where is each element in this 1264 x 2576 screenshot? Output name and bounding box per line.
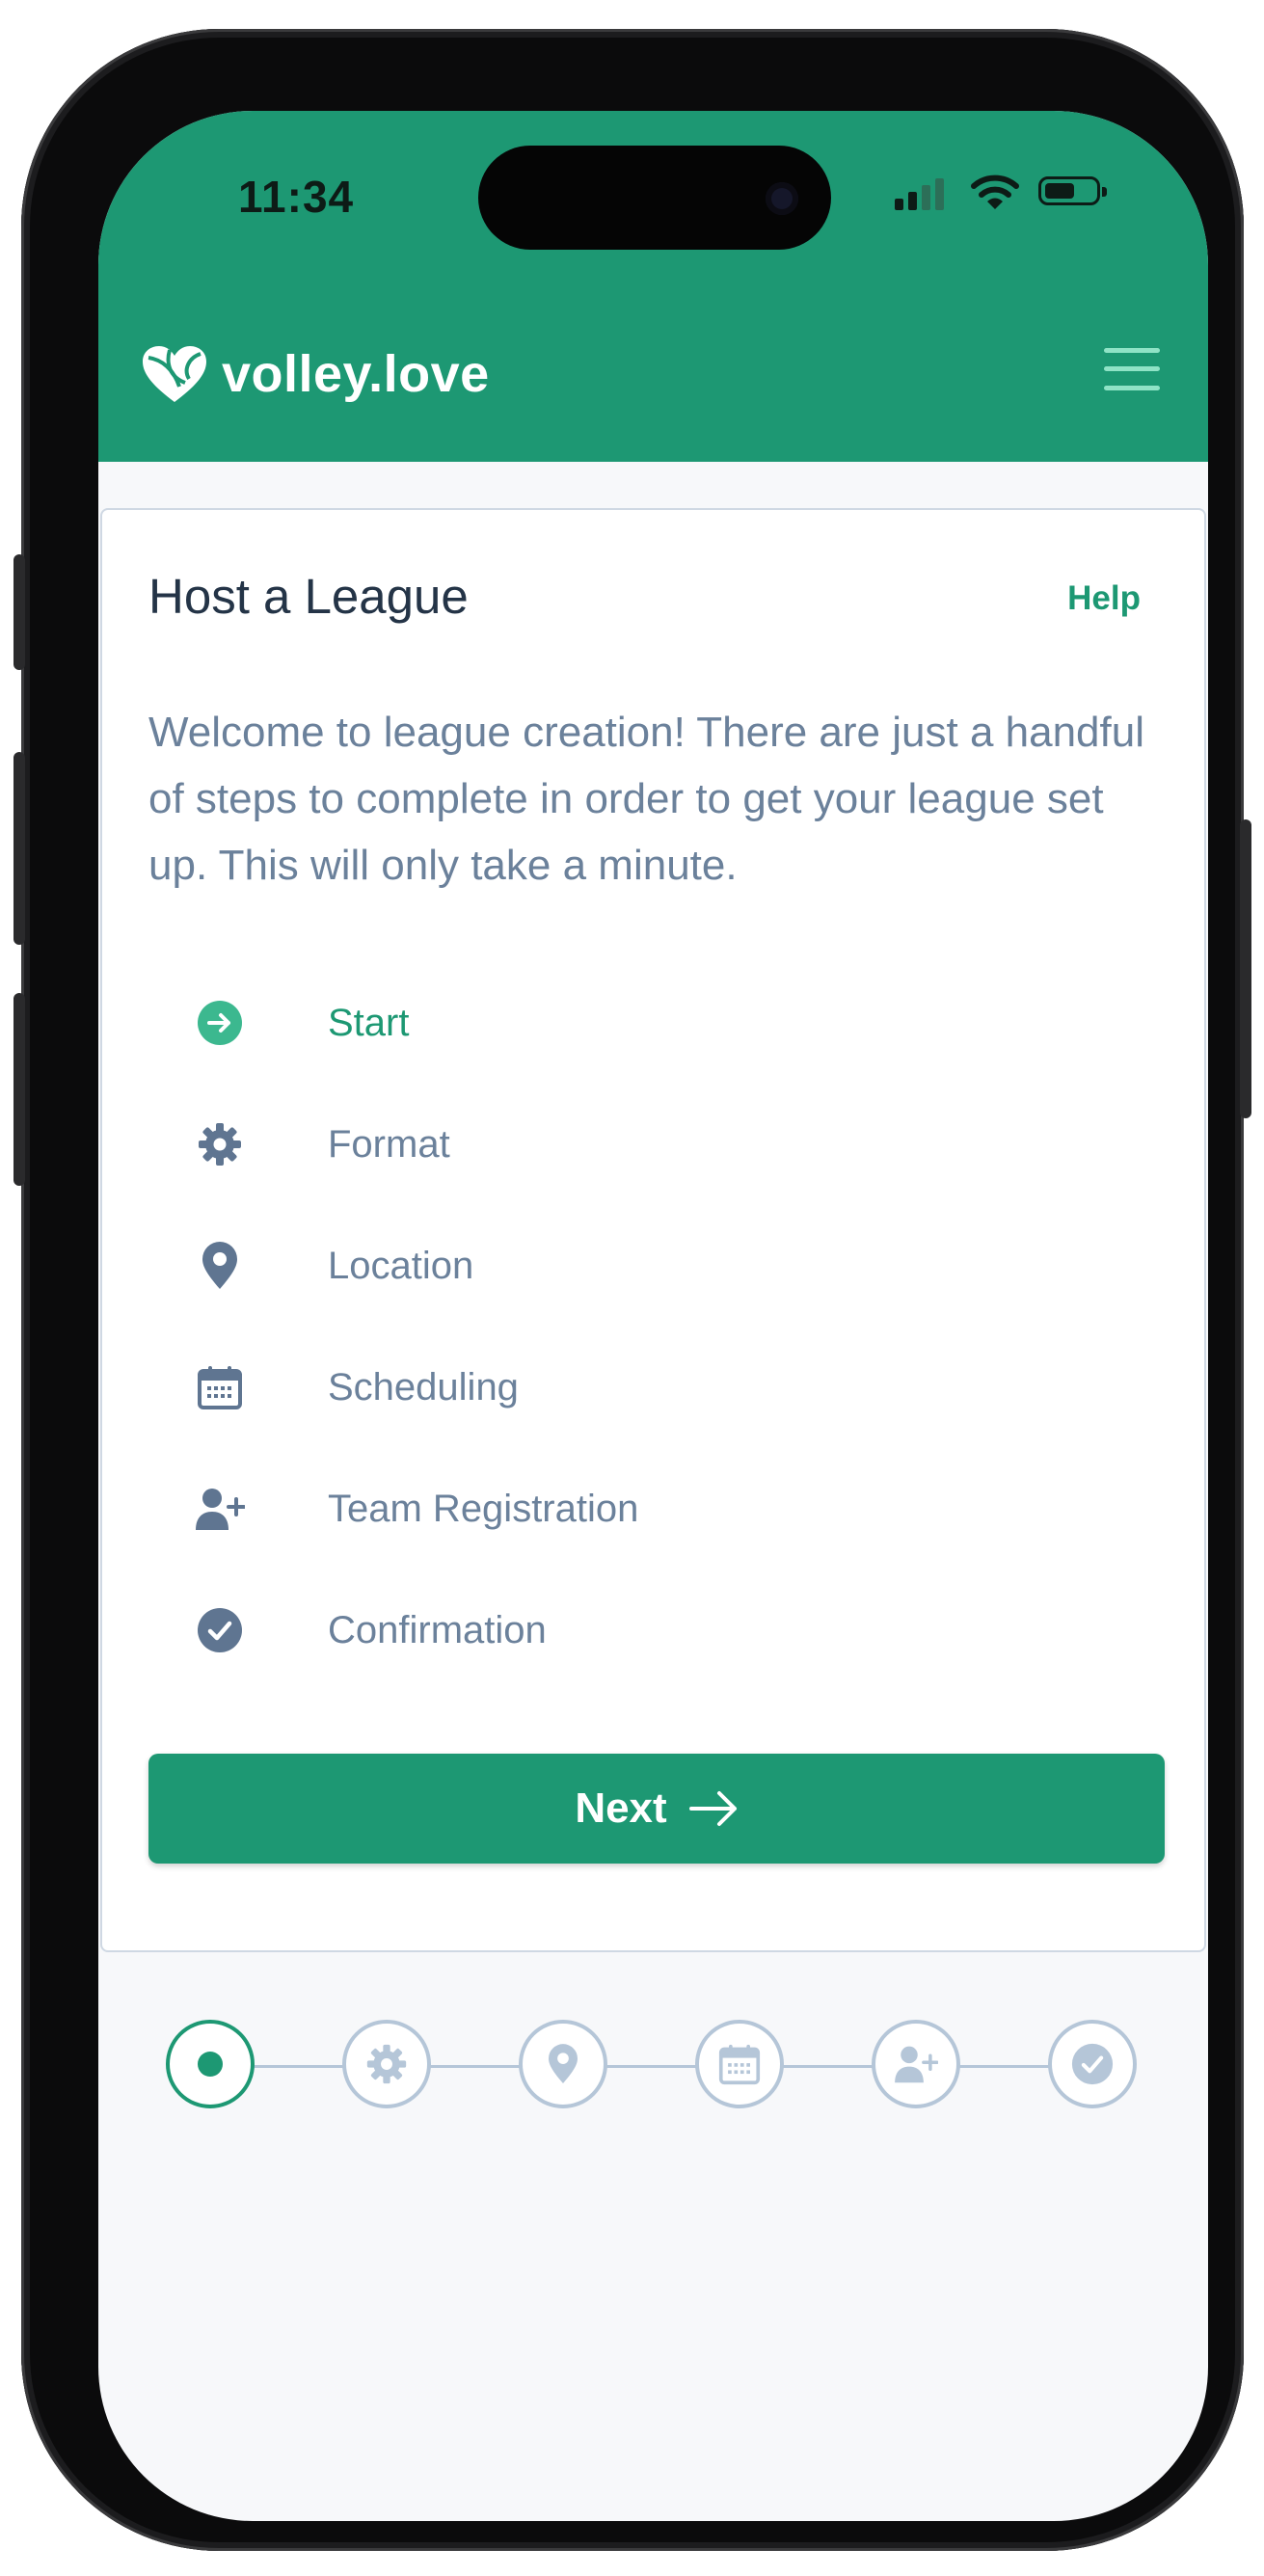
step-label: Team Registration: [328, 1487, 639, 1530]
volume-up-button: [13, 752, 25, 945]
user-plus-icon: [195, 1484, 245, 1534]
hamburger-menu-icon[interactable]: [1104, 348, 1160, 390]
progress-step-start[interactable]: [166, 2020, 255, 2108]
gear-icon: [195, 1119, 245, 1169]
calendar-icon: [718, 2044, 761, 2085]
progress-step-location[interactable]: [519, 2020, 607, 2108]
check-circle-icon: [195, 1605, 245, 1655]
page-title: Host a League: [148, 569, 469, 624]
volleyball-heart-icon: [143, 346, 206, 402]
step-label: Confirmation: [328, 1608, 547, 1651]
current-step-dot-icon: [198, 2052, 223, 2077]
brand-logo[interactable]: volley.love: [141, 344, 490, 404]
step-confirmation[interactable]: Confirmation: [195, 1601, 870, 1659]
step-scheduling[interactable]: Scheduling: [195, 1358, 870, 1416]
battery-icon: [1038, 176, 1107, 205]
intro-text: Welcome to league creation! There are ju…: [148, 709, 1144, 889]
power-button: [1240, 819, 1251, 1118]
step-location[interactable]: Location: [195, 1237, 870, 1295]
progress-step-confirmation[interactable]: [1048, 2020, 1137, 2108]
phone-frame: 11:34 volley.love Host a League Help Wel…: [13, 29, 1251, 2551]
brand-name: volley.love: [222, 345, 490, 403]
arrow-right-circle-icon: [195, 998, 245, 1048]
map-pin-icon: [549, 2044, 578, 2083]
step-team-registration[interactable]: Team Registration: [195, 1480, 870, 1538]
cellular-signal-icon: [895, 178, 944, 210]
map-pin-icon: [195, 1241, 245, 1291]
step-label: Format: [328, 1122, 450, 1166]
progress-step-scheduling[interactable]: [695, 2020, 784, 2108]
host-league-card: Host a League Help Welcome to league cre…: [100, 508, 1206, 1952]
help-link[interactable]: Help: [1067, 579, 1141, 618]
calendar-icon: [195, 1362, 245, 1412]
next-button-label: Next: [575, 1784, 667, 1832]
step-label: Location: [328, 1244, 474, 1287]
step-start[interactable]: Start: [195, 994, 870, 1052]
wifi-icon: [971, 174, 1019, 209]
gear-icon: [366, 2044, 407, 2084]
progress-step-format[interactable]: [342, 2020, 431, 2108]
action-button: [13, 554, 25, 670]
step-progress-bar: [166, 2020, 1137, 2112]
app-screen: 11:34 volley.love Host a League Help Wel…: [98, 111, 1208, 2521]
dynamic-island: [478, 146, 831, 250]
app-header: 11:34 volley.love: [98, 111, 1208, 462]
volume-down-button: [13, 993, 25, 1186]
next-button[interactable]: Next: [148, 1754, 1165, 1864]
progress-step-team-registration[interactable]: [872, 2020, 960, 2108]
arrow-right-icon: [688, 1791, 737, 1826]
check-circle-icon: [1071, 2043, 1114, 2085]
step-label: Scheduling: [328, 1365, 519, 1409]
user-plus-icon: [895, 2046, 938, 2083]
step-format[interactable]: Format: [195, 1115, 870, 1173]
status-time: 11:34: [238, 172, 355, 222]
step-label: Start: [328, 1001, 410, 1044]
front-camera: [766, 182, 798, 215]
